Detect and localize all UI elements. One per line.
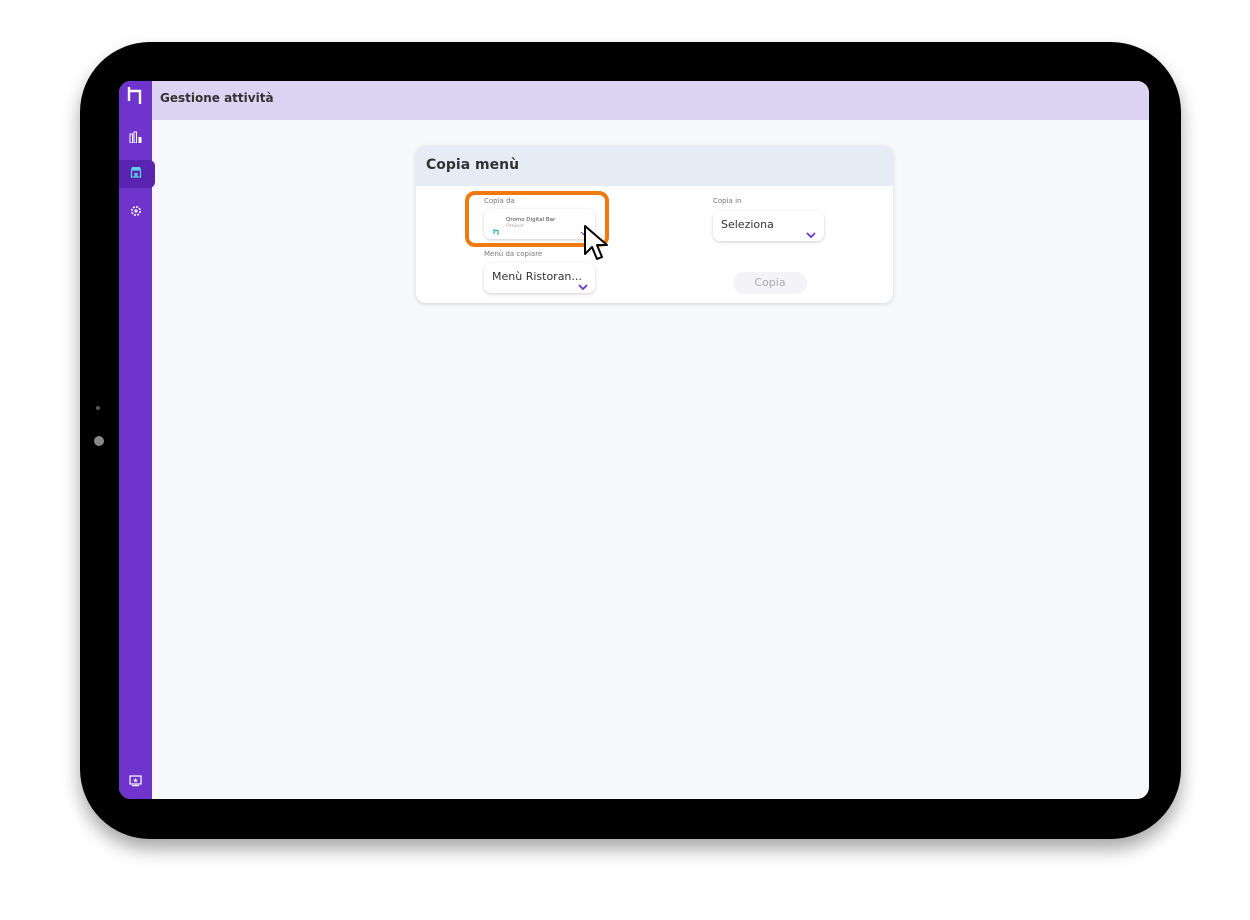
chevron-down-icon xyxy=(578,275,588,294)
copy-to-label: Copia in xyxy=(713,197,742,205)
copy-button[interactable]: Copia xyxy=(733,272,807,294)
app-screen: Gestione attività Copia menù Copia da Qr… xyxy=(119,81,1149,799)
sensor-dot xyxy=(90,463,104,477)
store-icon xyxy=(129,164,143,183)
sidebar xyxy=(119,81,155,799)
copy-to-select[interactable]: Seleziona xyxy=(713,211,824,241)
app-logo-icon xyxy=(125,85,145,105)
sensor-dot xyxy=(96,406,100,410)
sensor-dot xyxy=(92,434,106,448)
chevron-down-icon xyxy=(806,223,816,242)
page-title: Gestione attività xyxy=(160,91,274,105)
panel-title: Copia menù xyxy=(426,157,520,173)
monitor-star-icon xyxy=(129,772,142,791)
menu-label: Menù da copiare xyxy=(484,250,543,258)
menu-select[interactable]: Menù Ristoran... xyxy=(484,263,595,293)
gear-icon xyxy=(130,202,142,221)
camera-dot xyxy=(90,372,104,386)
copy-to-value: Seleziona xyxy=(721,218,774,231)
mouse-cursor-icon xyxy=(583,224,609,266)
sidebar-item-stats[interactable] xyxy=(123,125,148,150)
sidebar-item-settings[interactable] xyxy=(123,199,148,224)
top-bar: Gestione attività xyxy=(152,81,1149,120)
menu-value: Menù Ristoran... xyxy=(492,270,582,283)
sidebar-item-display[interactable] xyxy=(123,769,148,794)
bar-chart-icon xyxy=(129,128,143,147)
sidebar-item-shop[interactable] xyxy=(123,161,148,186)
panel-header: Copia menù xyxy=(416,146,893,186)
sensor-dot xyxy=(92,494,102,504)
